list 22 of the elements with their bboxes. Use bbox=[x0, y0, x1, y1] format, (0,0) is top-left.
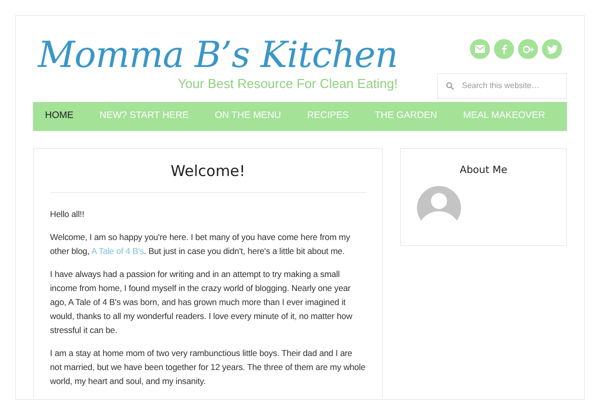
google-plus-icon[interactable] bbox=[518, 39, 538, 59]
email-icon[interactable] bbox=[470, 39, 490, 59]
nav-item[interactable]: MEAL MAKEOVER bbox=[463, 109, 546, 124]
bird-icon[interactable] bbox=[542, 39, 562, 59]
search-icon bbox=[446, 82, 454, 90]
paragraph: Welcome, I am so happy you're here. I bet many of you have come here from my other blog, A Tale of 4 B's. But just in case you didn't, here's a little bit about me. bbox=[50, 230, 352, 258]
site-tagline: Your Best Resource For Clean Eating! bbox=[178, 76, 398, 92]
paragraph: I am a stay at home mom of two very rambunctious little boys. Their dad and I are not married, but we have been together for 12 years. The three of them are my whole world, my heart and soul, and my insanity. bbox=[50, 346, 366, 388]
facebook-icon[interactable] bbox=[494, 39, 514, 59]
search-field[interactable]: Search this website… bbox=[437, 73, 567, 99]
nav-item[interactable]: RECIPES bbox=[307, 109, 349, 124]
widget-title: About Me bbox=[460, 164, 508, 178]
nav-item[interactable]: THE GARDEN bbox=[374, 109, 438, 124]
nav-item[interactable]: ON THE MENU bbox=[214, 109, 282, 124]
nav-item[interactable]: HOME bbox=[45, 109, 74, 124]
site-title[interactable]: Momma B’s Kitchen bbox=[33, 34, 398, 78]
blog-link[interactable]: A Tale of 4 B's bbox=[91, 246, 144, 256]
nav-item[interactable]: NEW? START HERE bbox=[100, 109, 189, 124]
paragraph: I have always had a passion for writing and in an attempt to try making a small income from home, I found myself in the crazy world of blogging. Nearly one year ago, A Tale of 4 B's was born, and has grown much more than I ever imagined it would, thanks to all my wonderful readers. I love every minute of it, no matter how stressful it can be. bbox=[50, 268, 354, 336]
paragraph: Hello all!! bbox=[50, 208, 86, 220]
search-input[interactable]: Search this website… bbox=[462, 80, 552, 92]
post-title: Welcome! bbox=[170, 161, 246, 182]
